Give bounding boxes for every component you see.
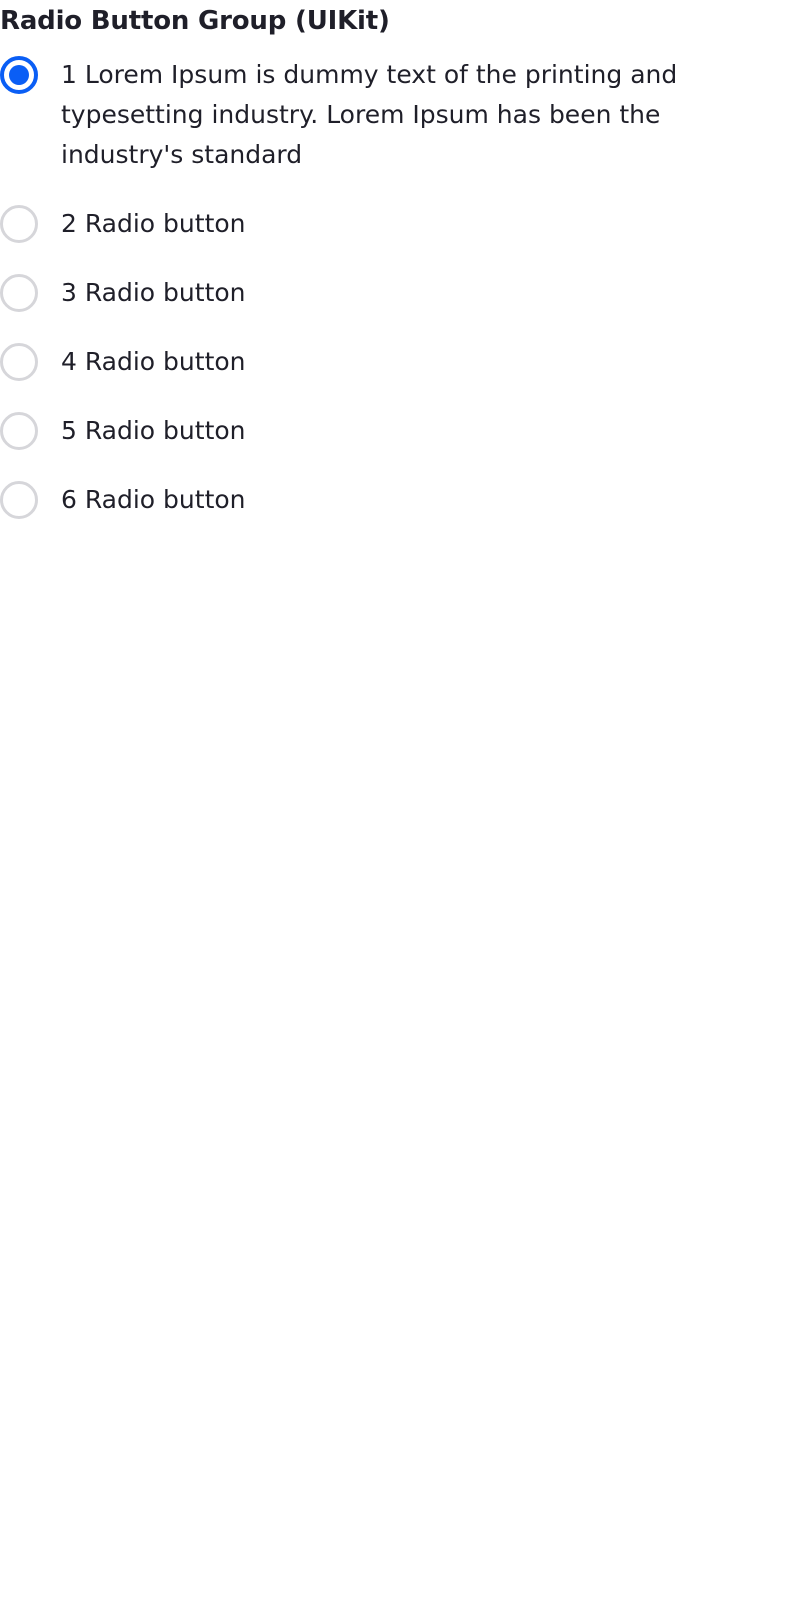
page-title: Radio Button Group (UIKit): [0, 6, 390, 36]
radio-option-3[interactable]: 3 Radio button: [0, 273, 760, 313]
radio-label-3: 3 Radio button: [61, 278, 246, 307]
radio-button-1[interactable]: [0, 56, 38, 94]
radio-option-1[interactable]: 1 Lorem Ipsum is dummy text of the print…: [0, 55, 760, 175]
radio-button-3[interactable]: [0, 274, 38, 312]
radio-group: 1 Lorem Ipsum is dummy text of the print…: [0, 55, 760, 520]
radio-label-5: 5 Radio button: [61, 416, 246, 445]
radio-label-2: 2 Radio button: [61, 209, 246, 238]
radio-option-6[interactable]: 6 Radio button: [0, 480, 760, 520]
radio-label-4: 4 Radio button: [61, 347, 246, 376]
radio-button-5[interactable]: [0, 412, 38, 450]
radio-option-4[interactable]: 4 Radio button: [0, 342, 760, 382]
radio-button-6[interactable]: [0, 481, 38, 519]
radio-button-4[interactable]: [0, 343, 38, 381]
radio-option-2[interactable]: 2 Radio button: [0, 204, 760, 244]
radio-label-1: 1 Lorem Ipsum is dummy text of the print…: [61, 60, 678, 169]
radio-option-5[interactable]: 5 Radio button: [0, 411, 760, 451]
radio-selected-dot-icon: [9, 65, 29, 85]
radio-button-2[interactable]: [0, 205, 38, 243]
radio-label-6: 6 Radio button: [61, 485, 246, 514]
